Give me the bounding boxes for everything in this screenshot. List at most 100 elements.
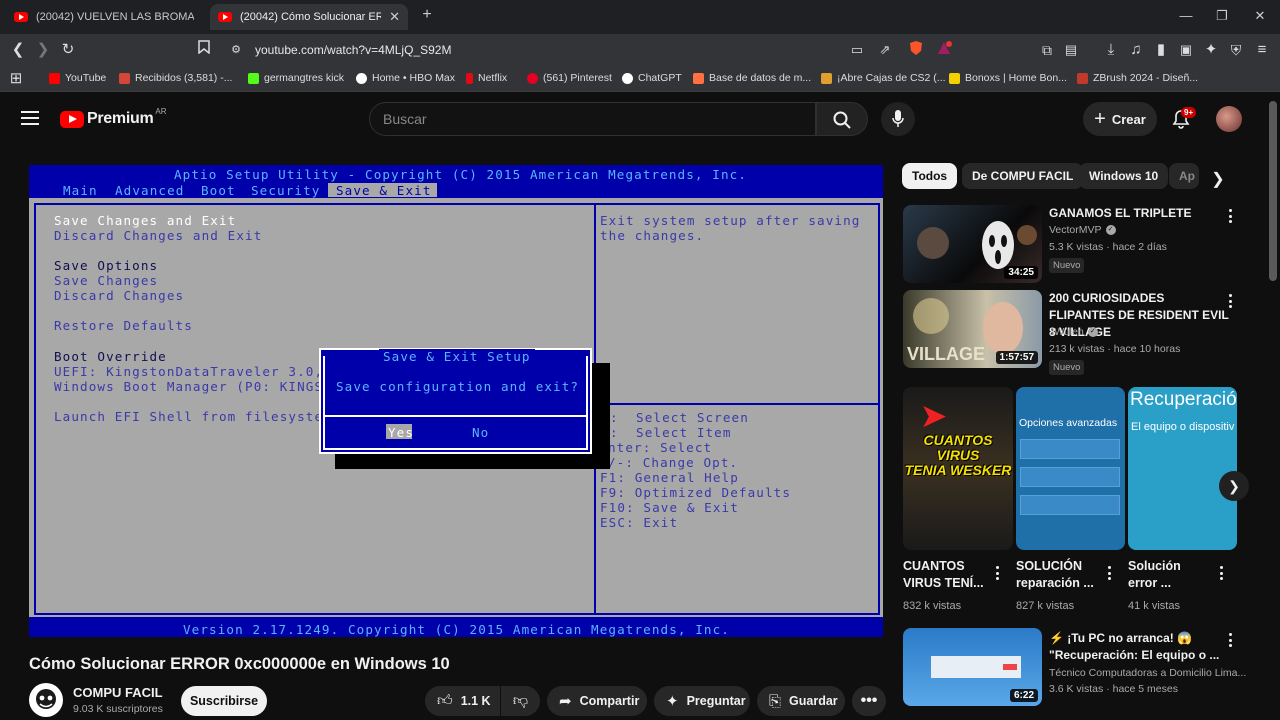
- voice-search-button[interactable]: [881, 102, 915, 136]
- bios-menu-item: Discard Changes and Exit: [54, 228, 263, 243]
- dislike-button[interactable]: 👎︎: [501, 686, 540, 716]
- bookmark-gmail[interactable]: Recibidos (3,581) -...: [119, 72, 232, 84]
- channel-name[interactable]: COMPU FACIL: [73, 685, 163, 700]
- rewards-icon[interactable]: [934, 40, 954, 60]
- brave-shield-icon[interactable]: [906, 40, 926, 60]
- tab-search-icon[interactable]: ▤: [1061, 40, 1081, 60]
- channel-name: VectorMVP ✓: [1049, 224, 1116, 236]
- download-icon[interactable]: ⤓: [1101, 40, 1121, 60]
- youtube-favicon-icon: [14, 12, 28, 22]
- search-button[interactable]: [816, 102, 868, 136]
- browser-tab-active[interactable]: (20042) Cómo Solucionar ERROR ✕: [210, 4, 408, 30]
- like-button[interactable]: 👍︎ 1.1 K: [425, 686, 500, 716]
- bookmark-cs2[interactable]: ¡Abre Cajas de CS2 (...: [821, 72, 946, 84]
- new-badge: Nuevo: [1049, 360, 1085, 375]
- video-meta: 213 k vistas · hace 10 horas: [1049, 343, 1181, 355]
- leo-ai-icon[interactable]: ✦: [1201, 40, 1221, 60]
- more-actions-button[interactable]: •••: [852, 686, 886, 716]
- extensions-icon[interactable]: ⧉: [1037, 40, 1057, 60]
- vpn-icon[interactable]: ⛨: [1226, 40, 1246, 60]
- bookmark-bonoxs[interactable]: Bonoxs | Home Bon...: [949, 72, 1067, 84]
- chip-todos[interactable]: Todos: [902, 163, 958, 189]
- site-info-icon[interactable]: ⚙: [226, 40, 246, 60]
- chevron-right-icon[interactable]: ❯: [1208, 170, 1228, 190]
- search-input[interactable]: [369, 102, 816, 136]
- pinterest-icon: [527, 72, 538, 84]
- more-options-icon[interactable]: [1229, 633, 1233, 650]
- hamburger-menu-icon[interactable]: [21, 111, 39, 125]
- netflix-icon: [466, 72, 473, 84]
- more-options-icon[interactable]: [1220, 566, 1224, 583]
- channel-avatar[interactable]: [29, 683, 63, 717]
- media-icon[interactable]: ♫: [1126, 40, 1146, 60]
- page-scrollbar[interactable]: [1269, 101, 1277, 281]
- bookmark-youtube[interactable]: YouTube: [49, 72, 106, 84]
- user-avatar[interactable]: [1216, 106, 1242, 132]
- bios-key-hint: F9: Optimized Defaults: [600, 485, 792, 500]
- bookmark-zbrush[interactable]: ZBrush 2024 - Diseñ...: [1077, 72, 1198, 84]
- video-meta: 3.6 K vistas · hace 5 meses: [1049, 683, 1178, 695]
- chip-windows-10[interactable]: Windows 10: [1079, 163, 1169, 189]
- bookmark-save-icon: ⎘: [769, 692, 782, 710]
- browser-tab[interactable]: (20042) VUELVEN LAS BROMAS TELE: [6, 4, 202, 30]
- short-title[interactable]: SOLUCIÓN reparación ...: [1016, 558, 1101, 592]
- more-options-icon[interactable]: [1229, 294, 1233, 311]
- close-tab-icon[interactable]: ✕: [389, 9, 400, 25]
- save-button[interactable]: ⎘ Guardar: [757, 686, 845, 716]
- bookmark-kick[interactable]: germangtres kick: [248, 72, 344, 84]
- more-options-icon[interactable]: [1229, 209, 1233, 226]
- short-title[interactable]: CUANTOS VIRUS TENÍ...: [903, 558, 993, 592]
- red-arrow-icon: ➤: [921, 400, 947, 433]
- youtube-premium-logo[interactable]: Premium AR: [60, 107, 167, 128]
- bookmark-chatgpt[interactable]: ChatGPT: [622, 72, 682, 84]
- kick-icon: [248, 72, 259, 84]
- new-badge: Nuevo: [1049, 258, 1085, 273]
- bookmark-hbo[interactable]: Home • HBO Max: [356, 72, 455, 84]
- shorts-next-chevron-icon[interactable]: ❯: [1219, 471, 1249, 501]
- chatgpt-icon: [622, 72, 633, 84]
- create-button[interactable]: + Crear: [1083, 102, 1157, 136]
- subscribe-button[interactable]: Suscribirse: [181, 686, 267, 716]
- more-options-icon[interactable]: [996, 566, 1000, 583]
- new-tab-icon[interactable]: +: [417, 6, 437, 24]
- apps-grid-icon[interactable]: ⊞: [6, 69, 26, 89]
- video-title-link[interactable]: ⚡ ¡Tu PC no arranca! 😱 "Recuperación: El…: [1049, 630, 1229, 664]
- more-icon: •••: [860, 692, 878, 709]
- cast-icon[interactable]: ▭: [847, 40, 867, 60]
- bios-menu-item: UEFI: KingstonDataTraveler 3.0,: [54, 364, 324, 379]
- maximize-icon[interactable]: ❐: [1212, 8, 1232, 24]
- wallet-icon[interactable]: ▣: [1176, 40, 1196, 60]
- bookmark-database[interactable]: Base de datos de m...: [693, 72, 811, 84]
- short-views: 41 k vistas: [1128, 600, 1180, 612]
- share-page-icon[interactable]: ⇗: [875, 40, 895, 60]
- short-thumbnail[interactable]: Opciones avanzadas: [1016, 387, 1125, 550]
- back-icon[interactable]: ❮: [8, 40, 28, 60]
- more-options-icon[interactable]: [1108, 566, 1112, 583]
- short-title[interactable]: Solución error ...: [1128, 558, 1208, 592]
- close-window-icon[interactable]: ✕: [1250, 8, 1270, 24]
- video-title-link[interactable]: GANAMOS EL TRIPLETE: [1049, 205, 1229, 222]
- minimize-icon[interactable]: —: [1176, 8, 1196, 23]
- bookmark-netflix[interactable]: Netflix: [466, 72, 507, 84]
- bookmark-icon[interactable]: [194, 40, 214, 60]
- video-thumbnail[interactable]: 34:25: [903, 205, 1042, 283]
- browser-menu-icon[interactable]: ≡: [1252, 40, 1272, 60]
- bios-key-hint: ESC: Exit: [600, 515, 679, 530]
- video-thumbnail[interactable]: VILLAGE 1:57:57: [903, 290, 1042, 368]
- video-thumbnail[interactable]: 6:22: [903, 628, 1042, 706]
- video-player[interactable]: Aptio Setup Utility - Copyright (C) 2015…: [29, 165, 883, 637]
- channel-name: Técnico Computadoras a Domicilio Lima...: [1049, 667, 1247, 679]
- chip-partial[interactable]: Ap: [1169, 163, 1199, 189]
- bookmark-pinterest[interactable]: (561) Pinterest: [527, 72, 612, 84]
- bios-menu-item: Discard Changes: [54, 288, 185, 303]
- reload-icon[interactable]: ↻: [58, 40, 78, 60]
- short-thumbnail[interactable]: CUANTOS VIRUS TENIA WESKER ➤: [903, 387, 1013, 550]
- sidebar-icon[interactable]: ▮: [1151, 40, 1171, 60]
- microphone-icon: [892, 110, 904, 127]
- chip-de-compu-facil[interactable]: De COMPU FACIL: [962, 163, 1084, 189]
- bios-tab-security: Security: [251, 183, 321, 198]
- share-button[interactable]: ➦ Compartir: [547, 686, 647, 716]
- short-thumbnail[interactable]: Recuperació El equipo o dispositiv: [1128, 387, 1237, 550]
- ask-button[interactable]: ✦ Preguntar: [654, 686, 750, 716]
- forward-icon[interactable]: ❯: [33, 40, 53, 60]
